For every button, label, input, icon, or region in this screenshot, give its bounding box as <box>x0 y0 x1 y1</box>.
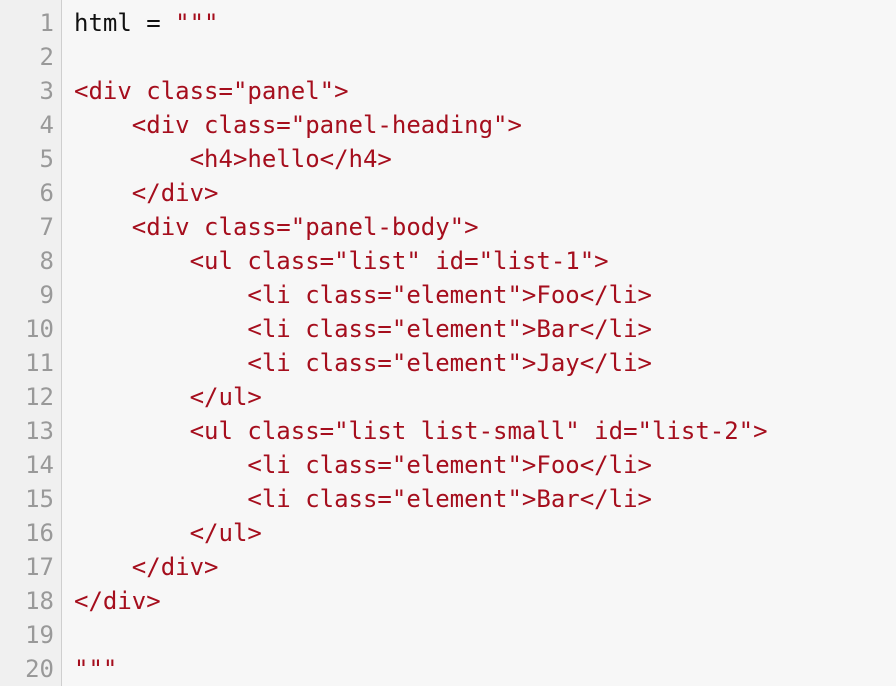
code-area[interactable]: html = """ <div class="panel"> <div clas… <box>62 0 896 686</box>
code-string-text: <h4>hello</h4> <box>74 145 392 173</box>
code-line: </ul> <box>74 380 896 414</box>
code-line: <li class="element">Foo</li> <box>74 278 896 312</box>
code-line: """ <box>74 652 896 686</box>
code-line: <div class="panel-heading"> <box>74 108 896 142</box>
code-line: <li class="element">Jay</li> <box>74 346 896 380</box>
line-number: 15 <box>25 485 54 513</box>
line-number: 20 <box>25 655 54 683</box>
line-number: 5 <box>39 145 54 173</box>
line-number: 17 <box>25 553 54 581</box>
code-string-text: <li class="element">Jay</li> <box>74 349 652 377</box>
line-number-gutter: 1 2 3 4 5 6 7 8 9 10 11 12 13 14 15 16 1… <box>0 0 62 686</box>
code-line: <ul class="list list-small" id="list-2"> <box>74 414 896 448</box>
code-editor[interactable]: 1 2 3 4 5 6 7 8 9 10 11 12 13 14 15 16 1… <box>0 0 896 686</box>
code-line: <li class="element">Foo</li> <box>74 448 896 482</box>
code-string-text: <li class="element">Foo</li> <box>74 451 652 479</box>
code-string-text: </div> <box>74 179 219 207</box>
code-plain-text: html = <box>74 9 176 37</box>
code-line: <div class="panel-body"> <box>74 210 896 244</box>
code-line: <li class="element">Bar</li> <box>74 312 896 346</box>
code-string-text: """ <box>175 9 219 37</box>
code-line: <div class="panel"> <box>74 74 896 108</box>
code-string-text: <li class="element">Foo</li> <box>74 281 652 309</box>
code-line: <ul class="list" id="list-1"> <box>74 244 896 278</box>
code-string-text: <div class="panel-heading"> <box>74 111 522 139</box>
code-line: </div> <box>74 176 896 210</box>
code-string-text: </ul> <box>74 519 262 547</box>
code-string-text: <ul class="list" id="list-1"> <box>74 247 609 275</box>
code-string-text: <div class="panel"> <box>74 77 349 105</box>
line-number: 18 <box>25 587 54 615</box>
line-number: 9 <box>39 281 54 309</box>
code-string-text: <div class="panel-body"> <box>74 213 479 241</box>
line-number: 4 <box>39 111 54 139</box>
code-line: </div> <box>74 584 896 618</box>
line-number: 10 <box>25 315 54 343</box>
code-line: <h4>hello</h4> <box>74 142 896 176</box>
code-line: html = """ <box>74 6 896 40</box>
line-number: 11 <box>25 349 54 377</box>
line-number: 13 <box>25 417 54 445</box>
line-number: 2 <box>39 43 54 71</box>
code-line: </div> <box>74 550 896 584</box>
line-number: 6 <box>39 179 54 207</box>
line-number: 12 <box>25 383 54 411</box>
line-number: 1 <box>39 9 54 37</box>
code-string-text: <li class="element">Bar</li> <box>74 315 652 343</box>
code-string-text: </ul> <box>74 383 262 411</box>
code-line: </ul> <box>74 516 896 550</box>
code-string-text: """ <box>74 655 118 683</box>
line-number: 14 <box>25 451 54 479</box>
line-number: 8 <box>39 247 54 275</box>
line-number: 7 <box>39 213 54 241</box>
line-number: 16 <box>25 519 54 547</box>
code-string-text: </div> <box>74 587 161 615</box>
code-string-text: <li class="element">Bar</li> <box>74 485 652 513</box>
code-string-text: <ul class="list list-small" id="list-2"> <box>74 417 768 445</box>
line-number: 19 <box>25 621 54 649</box>
code-string-text: </div> <box>74 553 219 581</box>
line-number: 3 <box>39 77 54 105</box>
code-line: <li class="element">Bar</li> <box>74 482 896 516</box>
